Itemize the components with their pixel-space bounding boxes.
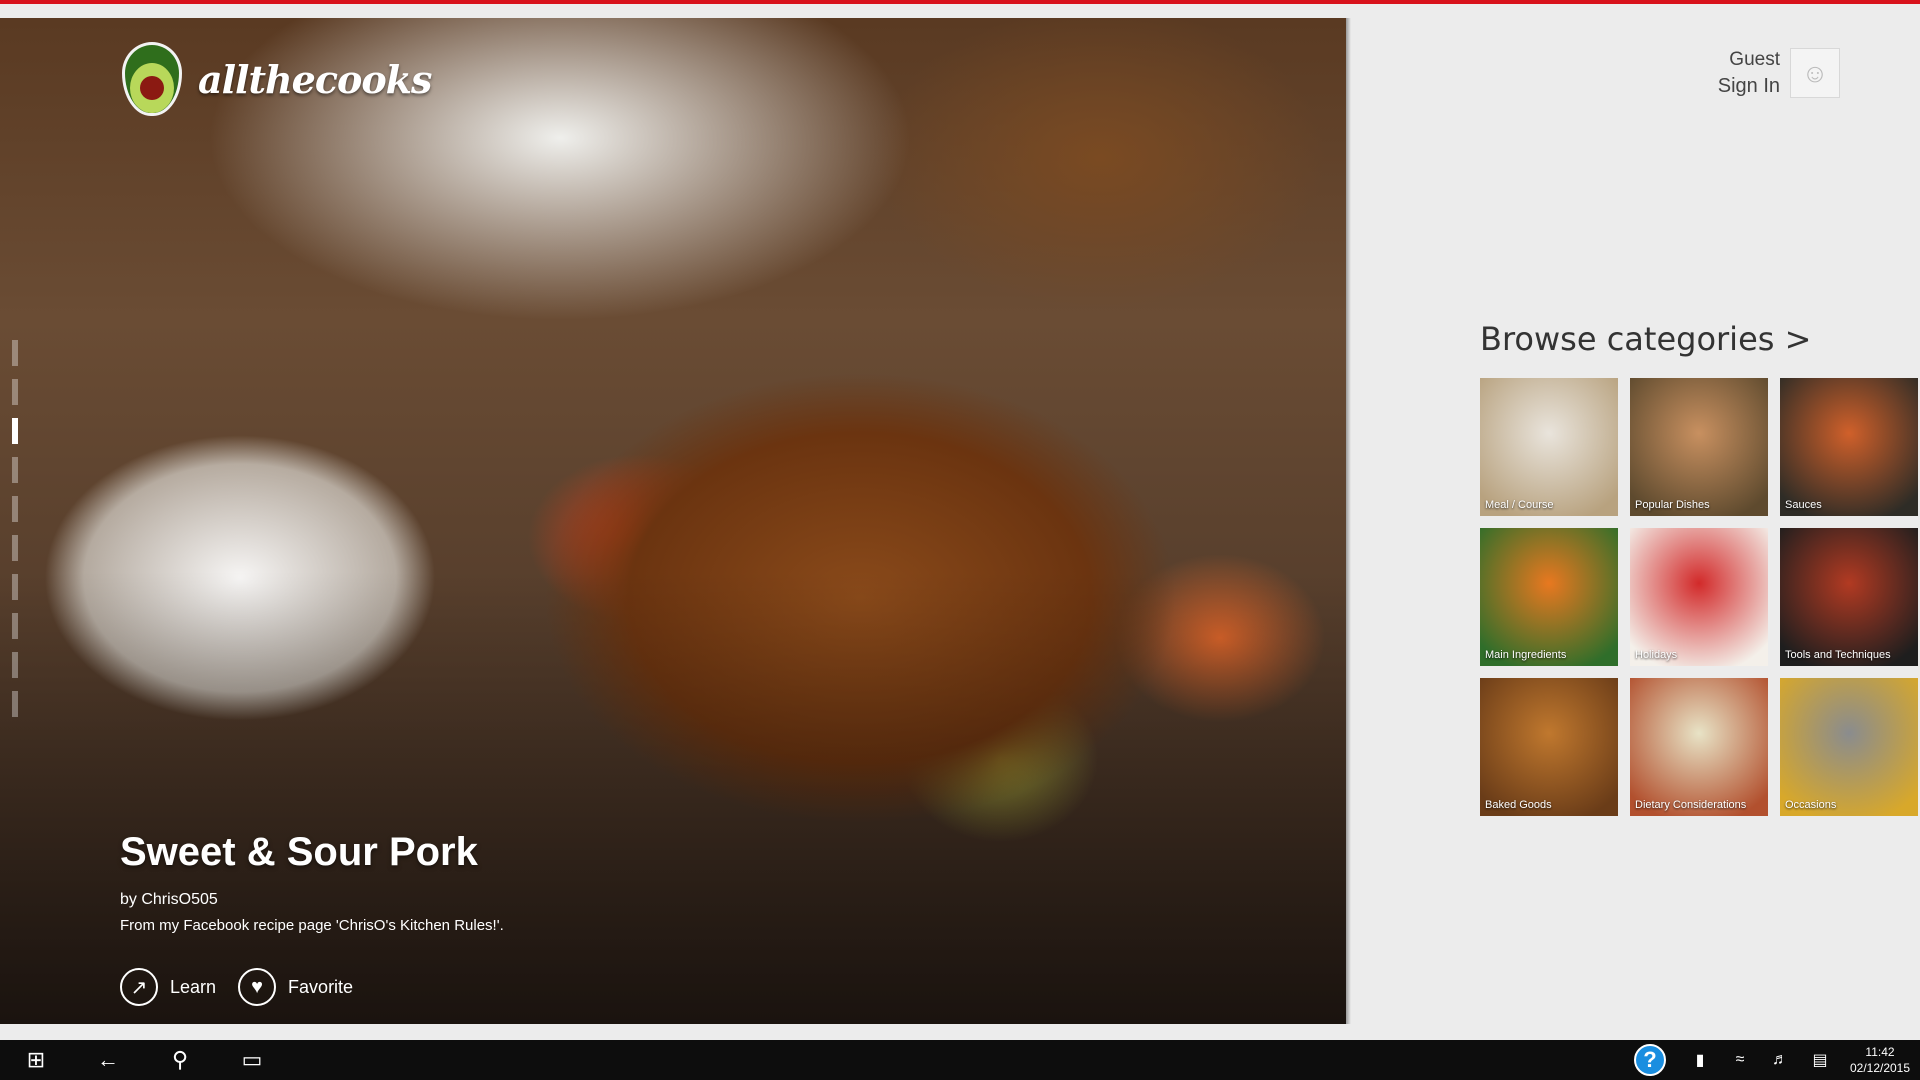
sign-in-link[interactable]: Sign In [1718,75,1780,98]
taskbar: ⊞ ← ⚲ ▭ ? ▮ ≈ ♬ ▤ 11:42 02/12/2015 [0,1040,1920,1080]
category-tile[interactable]: Popular Dishes [1630,378,1768,516]
category-tile[interactable]: Tools and Techniques [1780,528,1918,666]
recipe-author: by ChrisO505 [120,891,218,908]
learn-label: Learn [170,976,217,997]
pager-tick[interactable] [12,340,18,366]
category-label: Sauces [1785,499,1822,511]
avocado-icon [122,42,182,116]
task-view-icon[interactable]: ▭ [216,1040,288,1080]
browse-categories-heading[interactable]: Browse categories > [1480,320,1811,358]
pager-tick[interactable] [12,574,18,600]
category-tile[interactable]: Sauces [1780,378,1918,516]
recipe-title[interactable]: Sweet & Sour Pork [120,830,504,875]
heart-icon: ♥ [238,968,277,1006]
pager-tick[interactable] [12,457,18,483]
category-label: Dietary Considerations [1635,799,1747,811]
category-label: Main Ingredients [1485,649,1567,661]
category-tile[interactable]: Holidays [1630,528,1768,666]
category-tile[interactable]: Meal / Course [1480,378,1618,516]
category-tile[interactable]: Main Ingredients [1480,528,1618,666]
volume-muted-icon[interactable]: ♬ [1760,1051,1800,1069]
clock-date: 02/12/2015 [1849,1061,1911,1075]
pager-tick[interactable] [12,418,18,444]
pager-tick[interactable] [12,496,18,522]
arrow-up-right-icon: ↗ [120,968,158,1006]
pager-tick[interactable] [12,652,18,678]
pager-tick[interactable] [12,691,18,717]
pager-tick[interactable] [12,535,18,561]
app-logo[interactable]: allthecooks [122,42,432,116]
taskbar-clock[interactable]: 11:42 02/12/2015 [1840,1044,1920,1076]
category-tile[interactable]: Occasions [1780,678,1918,816]
recipe-info: Sweet & Sour Pork by ChrisO505 From my F… [120,830,504,934]
category-label: Holidays [1635,649,1678,661]
clock-time: 11:42 [1865,1045,1895,1059]
category-tile[interactable]: Baked Goods [1480,678,1618,816]
favorite-label: Favorite [288,976,354,997]
back-arrow-icon[interactable]: ← [72,1040,144,1080]
recipe-description: From my Facebook recipe page 'ChrisO's K… [120,917,504,934]
battery-icon[interactable]: ▮ [1680,1050,1720,1070]
learn-button[interactable]: ↗ Learn [120,968,216,1006]
wifi-icon[interactable]: ≈ [1720,1051,1760,1069]
pager-tick[interactable] [12,613,18,639]
top-accent-bar [0,0,1920,4]
hero-recipe-image[interactable]: allthecooks Sweet & Sour Pork by ChrisO5… [0,18,1346,1024]
hero-edge-shadow [1346,18,1351,1024]
favorite-button[interactable]: ♥ Favorite [238,968,353,1006]
user-account[interactable]: Guest Sign In ☺ [1718,48,1840,98]
category-label: Popular Dishes [1635,499,1710,511]
category-label: Tools and Techniques [1785,649,1891,661]
hero-pager[interactable] [12,340,22,730]
windows-start-icon[interactable]: ⊞ [0,1040,72,1080]
category-label: Baked Goods [1485,799,1552,811]
category-grid: Meal / Course Popular Dishes Sauces Main In… [1480,378,1920,816]
user-name: Guest [1729,48,1780,70]
app-name: allthecooks [198,56,432,102]
help-icon[interactable]: ? [1634,1044,1666,1076]
action-center-icon[interactable]: ▤ [1800,1050,1840,1070]
category-tile[interactable]: Dietary Considerations [1630,678,1768,816]
chef-hat-icon[interactable]: ☺ [1790,48,1840,98]
recipe-actions: ↗ Learn ♥ Favorite [120,968,375,1006]
category-label: Meal / Course [1485,499,1554,511]
pager-tick[interactable] [12,379,18,405]
category-label: Occasions [1785,799,1837,811]
search-icon[interactable]: ⚲ [144,1040,216,1080]
